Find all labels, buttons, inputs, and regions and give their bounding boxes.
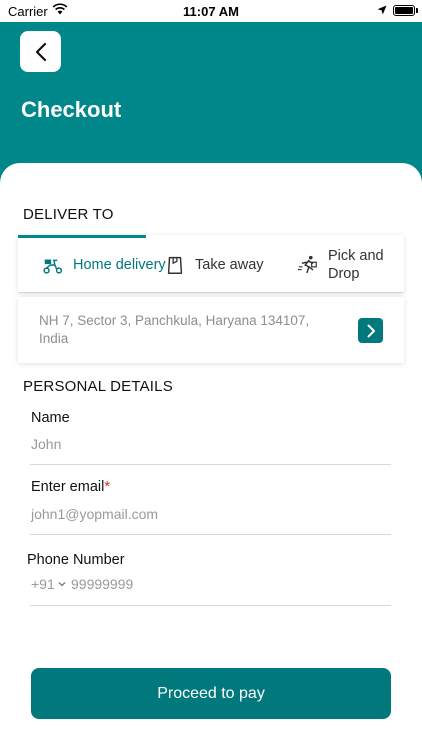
country-code: +91 — [31, 576, 55, 592]
tab-label-pick-and-drop: Pick and Drop — [328, 248, 384, 282]
bag-icon — [167, 256, 183, 274]
status-time: 11:07 AM — [183, 4, 239, 19]
required-mark: * — [104, 479, 110, 495]
email-label: Enter email* — [31, 479, 110, 495]
battery-icon — [393, 5, 415, 16]
country-code-select[interactable]: +91 — [31, 576, 66, 592]
address-go-button[interactable] — [358, 318, 383, 343]
name-input[interactable]: John — [31, 436, 61, 452]
battery-tip — [416, 8, 418, 13]
address-text: NH 7, Sector 3, Panchkula, Haryana 13410… — [39, 313, 310, 346]
email-label-text: Enter email — [31, 479, 105, 495]
personal-details-title: PERSONAL DETAILS — [23, 378, 173, 395]
phone-label: Phone Number — [27, 552, 125, 568]
page-title: Checkout — [21, 97, 122, 122]
back-button[interactable] — [20, 31, 61, 72]
runner-icon — [297, 255, 317, 274]
phone-underline — [30, 605, 391, 606]
chevron-down-icon — [58, 582, 66, 587]
status-bar: Carrier 11:07 AM — [0, 0, 422, 22]
address-card[interactable]: NH 7, Sector 3, Panchkula, Haryana 13410… — [18, 297, 404, 363]
phone-input[interactable]: 99999999 — [71, 576, 133, 592]
chevron-right-icon — [367, 324, 375, 337]
tab-label-take-away: Take away — [195, 257, 264, 273]
delivery-type-tabs: Home delivery Take away Pick and Drop — [18, 235, 404, 293]
proceed-to-pay-button[interactable]: Proceed to pay — [31, 668, 391, 719]
name-underline — [30, 464, 391, 465]
tab-label-home-delivery: Home delivery — [73, 257, 166, 273]
tab-take-away[interactable]: Take away — [164, 238, 264, 292]
name-label: Name — [31, 410, 70, 426]
scooter-icon — [43, 259, 63, 274]
email-input[interactable]: john1@yopmail.com — [31, 506, 158, 522]
deliver-to-title: DELIVER TO — [23, 206, 114, 223]
tab-home-delivery[interactable]: Home delivery — [42, 238, 166, 292]
header — [0, 0, 422, 185]
tab-pick-and-drop[interactable]: Pick and Drop — [297, 238, 397, 292]
location-arrow-icon — [377, 5, 387, 15]
email-underline — [30, 534, 391, 535]
chevron-left-icon — [35, 42, 46, 61]
tabs-divider — [18, 292, 404, 293]
